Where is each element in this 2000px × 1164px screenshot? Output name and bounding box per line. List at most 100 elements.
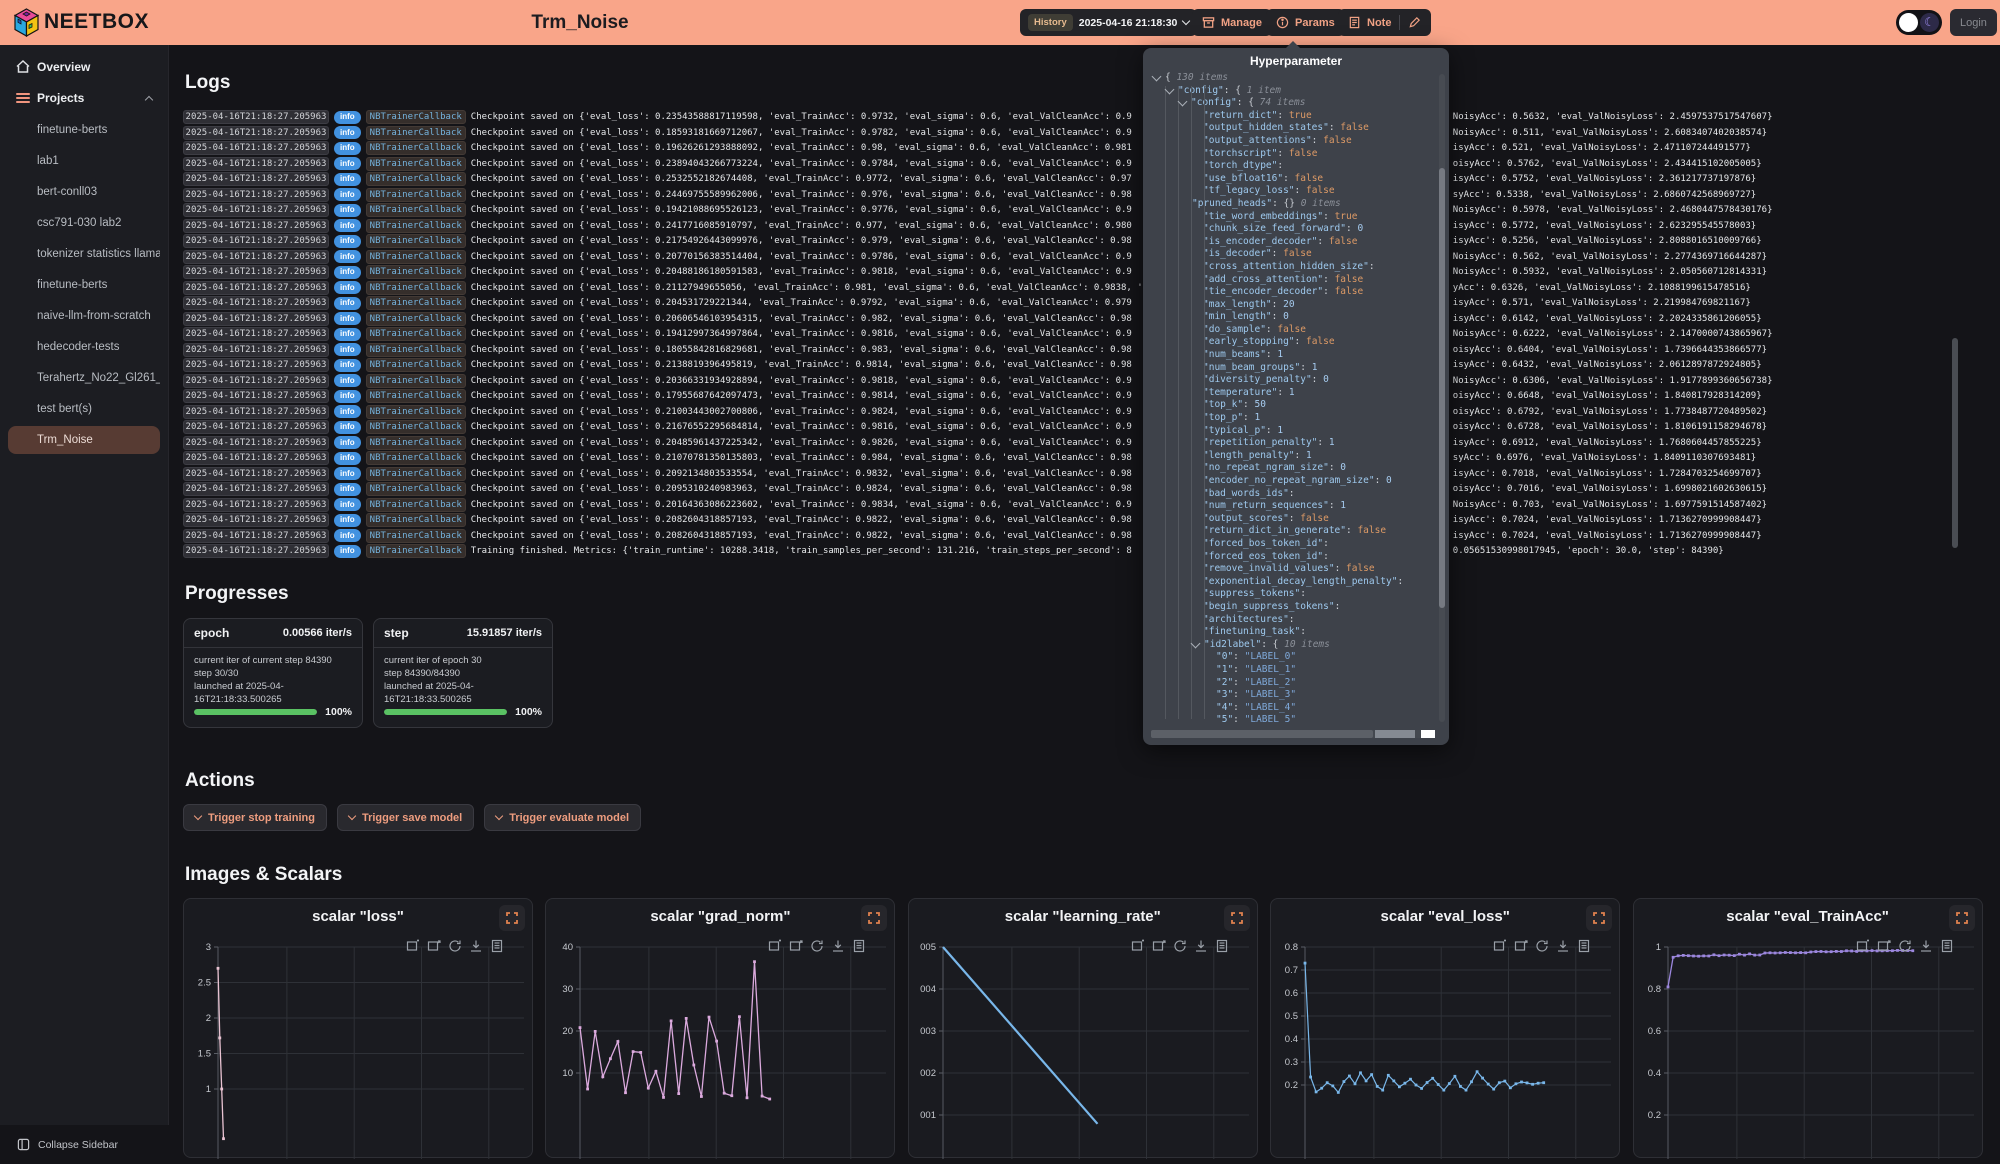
log-tag: NBTrainerCallback	[366, 529, 466, 543]
log-timestamp: 2025-04-16T21:18:27.205963	[183, 312, 329, 326]
logs-scrollbar[interactable]	[1952, 338, 1958, 548]
theme-toggle[interactable]: ☾	[1896, 10, 1942, 35]
log-level-badge: info	[334, 374, 361, 387]
json-tree-row[interactable]: "config": { 74 items	[1151, 97, 1435, 110]
json-tree-row[interactable]: "config": { 1 item	[1151, 85, 1435, 98]
data-view-icon[interactable]	[1215, 939, 1229, 953]
log-row: 2025-04-16T21:18:27.205963 info NBTraine…	[183, 544, 1988, 558]
chart-toolbox	[768, 939, 866, 953]
refresh-icon[interactable]	[810, 939, 824, 953]
download-icon[interactable]	[1194, 939, 1208, 953]
zoom-reset-icon[interactable]	[1877, 939, 1891, 953]
progress-details: current iter of current step 84390step 3…	[184, 648, 362, 706]
sidebar-project-item[interactable]: Terahertz_No22_Gl261_gl...	[8, 364, 160, 392]
refresh-icon[interactable]	[448, 939, 462, 953]
popup-horizontal-scrollbar-track[interactable]	[1151, 730, 1435, 738]
data-view-icon[interactable]	[852, 939, 866, 953]
expand-button[interactable]	[499, 905, 525, 931]
log-timestamp: 2025-04-16T21:18:27.205963	[183, 405, 329, 419]
json-tree-row: "1": "LABEL_1"	[1151, 664, 1435, 677]
sidebar-project-item[interactable]: test bert(s)	[8, 395, 160, 423]
zoom-reset-icon[interactable]	[427, 939, 441, 953]
scalar-chart-card: 005004003002001 scalar "learning_rate"	[908, 898, 1258, 1158]
menu-icon	[15, 90, 31, 106]
refresh-icon[interactable]	[1173, 939, 1187, 953]
svg-text:0.3: 0.3	[1285, 1057, 1298, 1068]
sidebar-project-item[interactable]: lab1	[8, 147, 160, 175]
log-timestamp: 2025-04-16T21:18:27.205963	[183, 281, 329, 295]
tree-caret-icon[interactable]	[1178, 97, 1188, 107]
expand-button[interactable]	[861, 905, 887, 931]
expand-button[interactable]	[1949, 905, 1975, 931]
action-trigger-button[interactable]: Trigger stop training	[183, 804, 327, 831]
zoom-select-icon[interactable]	[1493, 939, 1507, 953]
login-button[interactable]: Login	[1950, 9, 1997, 36]
download-icon[interactable]	[1556, 939, 1570, 953]
pen-icon[interactable]	[1408, 16, 1421, 29]
json-tree-row[interactable]: { 130 items	[1151, 72, 1435, 85]
chart-title: scalar "learning_rate"	[909, 908, 1257, 925]
zoom-select-icon[interactable]	[1856, 939, 1870, 953]
log-level-badge: info	[334, 297, 361, 310]
tree-caret-icon[interactable]	[1152, 72, 1162, 82]
sidebar-item-overview[interactable]: Overview	[0, 54, 168, 80]
log-timestamp: 2025-04-16T21:18:27.205963	[183, 436, 329, 450]
zoom-reset-icon[interactable]	[1152, 939, 1166, 953]
svg-text:1: 1	[206, 1084, 211, 1095]
note-button-group[interactable]: Note	[1338, 9, 1431, 36]
sidebar-project-item[interactable]: naive-llm-from-scratch	[8, 302, 160, 330]
log-tag: NBTrainerCallback	[366, 420, 466, 434]
zoom-select-icon[interactable]	[1131, 939, 1145, 953]
manage-button[interactable]: Manage	[1192, 9, 1272, 36]
json-tree-row: "3": "LABEL_3"	[1151, 689, 1435, 702]
collapse-sidebar-button[interactable]: Collapse Sidebar	[17, 1138, 118, 1151]
json-tree-row[interactable]: "id2label": { 10 items	[1151, 639, 1435, 652]
log-level-badge: info	[334, 111, 361, 124]
action-trigger-button[interactable]: Trigger evaluate model	[484, 804, 641, 831]
sidebar-project-item[interactable]: csc791-030 lab2	[8, 209, 160, 237]
action-trigger-button[interactable]: Trigger save model	[337, 804, 474, 831]
log-level-badge: info	[334, 142, 361, 155]
download-icon[interactable]	[831, 939, 845, 953]
json-tree-row: "num_beam_groups": 1	[1151, 362, 1435, 375]
refresh-icon[interactable]	[1898, 939, 1912, 953]
sidebar-project-item[interactable]: hedecoder-tests	[8, 333, 160, 361]
chevron-down-icon	[348, 812, 356, 820]
scalar-chart-card: 32.521.51 scalar "loss"	[183, 898, 533, 1158]
sidebar-project-item[interactable]: bert-conll03	[8, 178, 160, 206]
log-row: 2025-04-16T21:18:27.205963 info NBTraine…	[183, 265, 1988, 279]
popup-vertical-scrollbar-thumb[interactable]	[1439, 168, 1445, 608]
popup-horizontal-scrollbar-thumb[interactable]	[1151, 730, 1373, 738]
tree-caret-icon[interactable]	[1191, 639, 1201, 649]
refresh-icon[interactable]	[1535, 939, 1549, 953]
logs-heading: Logs	[185, 72, 230, 94]
zoom-select-icon[interactable]	[406, 939, 420, 953]
sidebar-project-item[interactable]: tokenizer statistics llama...	[8, 240, 160, 268]
popup-horizontal-scrollbar-thumb2[interactable]	[1375, 730, 1415, 738]
tree-caret-icon[interactable]	[1165, 84, 1175, 94]
hyperparameter-popup: Hyperparameter { 130 items"config": { 1 …	[1143, 48, 1449, 745]
log-timestamp: 2025-04-16T21:18:27.205963	[183, 250, 329, 264]
sidebar-project-item[interactable]: Trm_Noise	[8, 426, 160, 454]
log-timestamp: 2025-04-16T21:18:27.205963	[183, 513, 329, 527]
expand-button[interactable]	[1586, 905, 1612, 931]
params-button[interactable]: Params	[1266, 9, 1345, 36]
zoom-reset-icon[interactable]	[1514, 939, 1528, 953]
sidebar-project-item[interactable]: finetune-berts	[8, 271, 160, 299]
json-tree-row: "top_k": 50	[1151, 399, 1435, 412]
sidebar-project-item[interactable]: finetune-berts	[8, 116, 160, 144]
data-view-icon[interactable]	[490, 939, 504, 953]
zoom-select-icon[interactable]	[768, 939, 782, 953]
expand-button[interactable]	[1224, 905, 1250, 931]
zoom-reset-icon[interactable]	[789, 939, 803, 953]
sidebar-item-projects[interactable]: Projects	[0, 85, 168, 111]
history-dropdown[interactable]: History 2025-04-16 21:18:30	[1020, 9, 1197, 36]
log-timestamp: 2025-04-16T21:18:27.205963	[183, 203, 329, 217]
data-view-icon[interactable]	[1940, 939, 1954, 953]
chart-title: scalar "eval_TrainAcc"	[1634, 908, 1982, 925]
images-scalars-heading: Images & Scalars	[185, 864, 342, 886]
download-icon[interactable]	[469, 939, 483, 953]
data-view-icon[interactable]	[1577, 939, 1591, 953]
log-level-badge: info	[334, 328, 361, 341]
download-icon[interactable]	[1919, 939, 1933, 953]
